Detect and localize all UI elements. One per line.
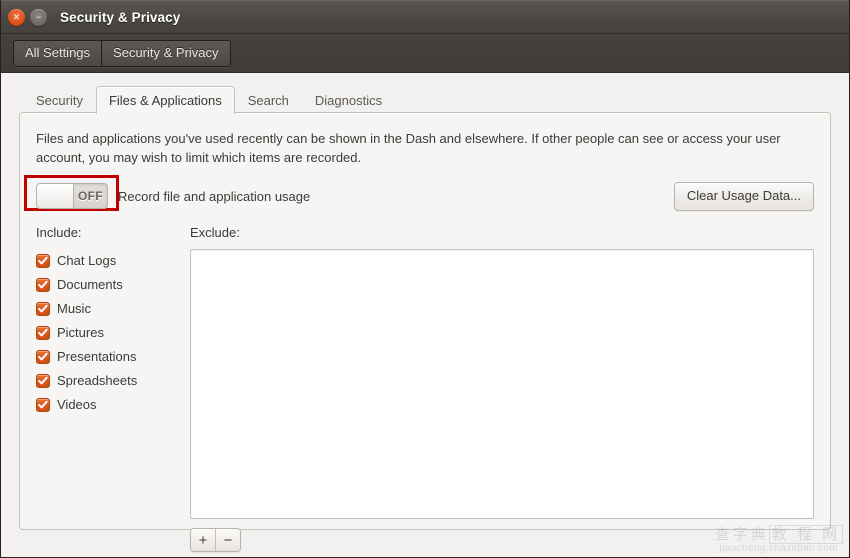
tab-security[interactable]: Security bbox=[23, 86, 96, 114]
record-usage-row: OFF Record file and application usage Cl… bbox=[24, 175, 814, 211]
window-title: Security & Privacy bbox=[60, 9, 181, 25]
toggle-state-label: OFF bbox=[78, 189, 103, 203]
record-usage-toggle[interactable]: OFF bbox=[36, 183, 108, 209]
remove-exclusion-button[interactable]: − bbox=[216, 529, 240, 551]
include-item-spreadsheets[interactable]: Spreadsheets bbox=[36, 369, 168, 393]
exclude-actions: + − bbox=[190, 528, 814, 552]
files-applications-panel: Files and applications you've used recen… bbox=[19, 112, 831, 552]
tab-diagnostics[interactable]: Diagnostics bbox=[302, 86, 395, 114]
include-item-chat-logs[interactable]: Chat Logs bbox=[36, 249, 168, 273]
include-item-documents[interactable]: Documents bbox=[36, 273, 168, 297]
minimize-icon: − bbox=[35, 11, 42, 22]
include-item-pictures[interactable]: Pictures bbox=[36, 321, 168, 345]
add-exclusion-button[interactable]: + bbox=[191, 529, 216, 551]
close-icon: ✕ bbox=[12, 11, 21, 22]
include-item-label: Spreadsheets bbox=[57, 373, 138, 388]
clear-usage-data-button[interactable]: Clear Usage Data... bbox=[673, 181, 814, 211]
include-item-label: Music bbox=[57, 301, 91, 316]
include-item-label: Pictures bbox=[57, 325, 104, 340]
tab-files-applications[interactable]: Files & Applications bbox=[95, 86, 235, 114]
panel-description: Files and applications you've used recen… bbox=[36, 131, 781, 165]
security-privacy-button[interactable]: Security & Privacy bbox=[102, 40, 230, 66]
all-settings-button[interactable]: All Settings bbox=[14, 40, 103, 66]
checkbox-checked-icon[interactable] bbox=[36, 278, 50, 292]
include-label: Include: bbox=[36, 225, 82, 240]
window-content: Security Files & Applications Search Dia… bbox=[1, 73, 849, 557]
include-item-music[interactable]: Music bbox=[36, 297, 168, 321]
record-usage-label: Record file and application usage bbox=[118, 188, 311, 204]
include-item-presentations[interactable]: Presentations bbox=[36, 345, 168, 369]
checkbox-checked-icon[interactable] bbox=[36, 254, 50, 268]
tab-search[interactable]: Search bbox=[235, 86, 302, 114]
window-titlebar: ✕ − Security & Privacy bbox=[1, 0, 849, 34]
include-item-label: Presentations bbox=[57, 349, 137, 364]
checkbox-checked-icon[interactable] bbox=[36, 302, 50, 316]
checkbox-checked-icon[interactable] bbox=[36, 374, 50, 388]
checkbox-checked-icon[interactable] bbox=[36, 350, 50, 364]
window-toolbar: All Settings Security & Privacy bbox=[1, 34, 849, 73]
include-exclude-columns: Include: Chat Logs Documents Music Pictu… bbox=[36, 225, 814, 552]
exclude-column: Exclude: + − bbox=[190, 225, 814, 552]
include-item-videos[interactable]: Videos bbox=[36, 393, 168, 417]
close-window-button[interactable]: ✕ bbox=[8, 8, 25, 26]
toggle-knob bbox=[37, 184, 74, 208]
include-item-label: Videos bbox=[57, 397, 97, 412]
exclude-label: Exclude: bbox=[190, 225, 240, 240]
include-item-label: Documents bbox=[57, 277, 123, 292]
tab-bar: Security Files & Applications Search Dia… bbox=[19, 85, 831, 114]
include-column: Include: Chat Logs Documents Music Pictu… bbox=[36, 225, 168, 552]
security-privacy-window: ✕ − Security & Privacy All Settings Secu… bbox=[0, 0, 850, 558]
checkbox-checked-icon[interactable] bbox=[36, 398, 50, 412]
add-remove-group: + − bbox=[190, 528, 241, 552]
exclude-list[interactable] bbox=[190, 249, 814, 519]
breadcrumb: All Settings Security & Privacy bbox=[13, 39, 231, 67]
include-item-label: Chat Logs bbox=[57, 253, 117, 268]
checkbox-checked-icon[interactable] bbox=[36, 326, 50, 340]
minimize-window-button[interactable]: − bbox=[30, 8, 47, 26]
